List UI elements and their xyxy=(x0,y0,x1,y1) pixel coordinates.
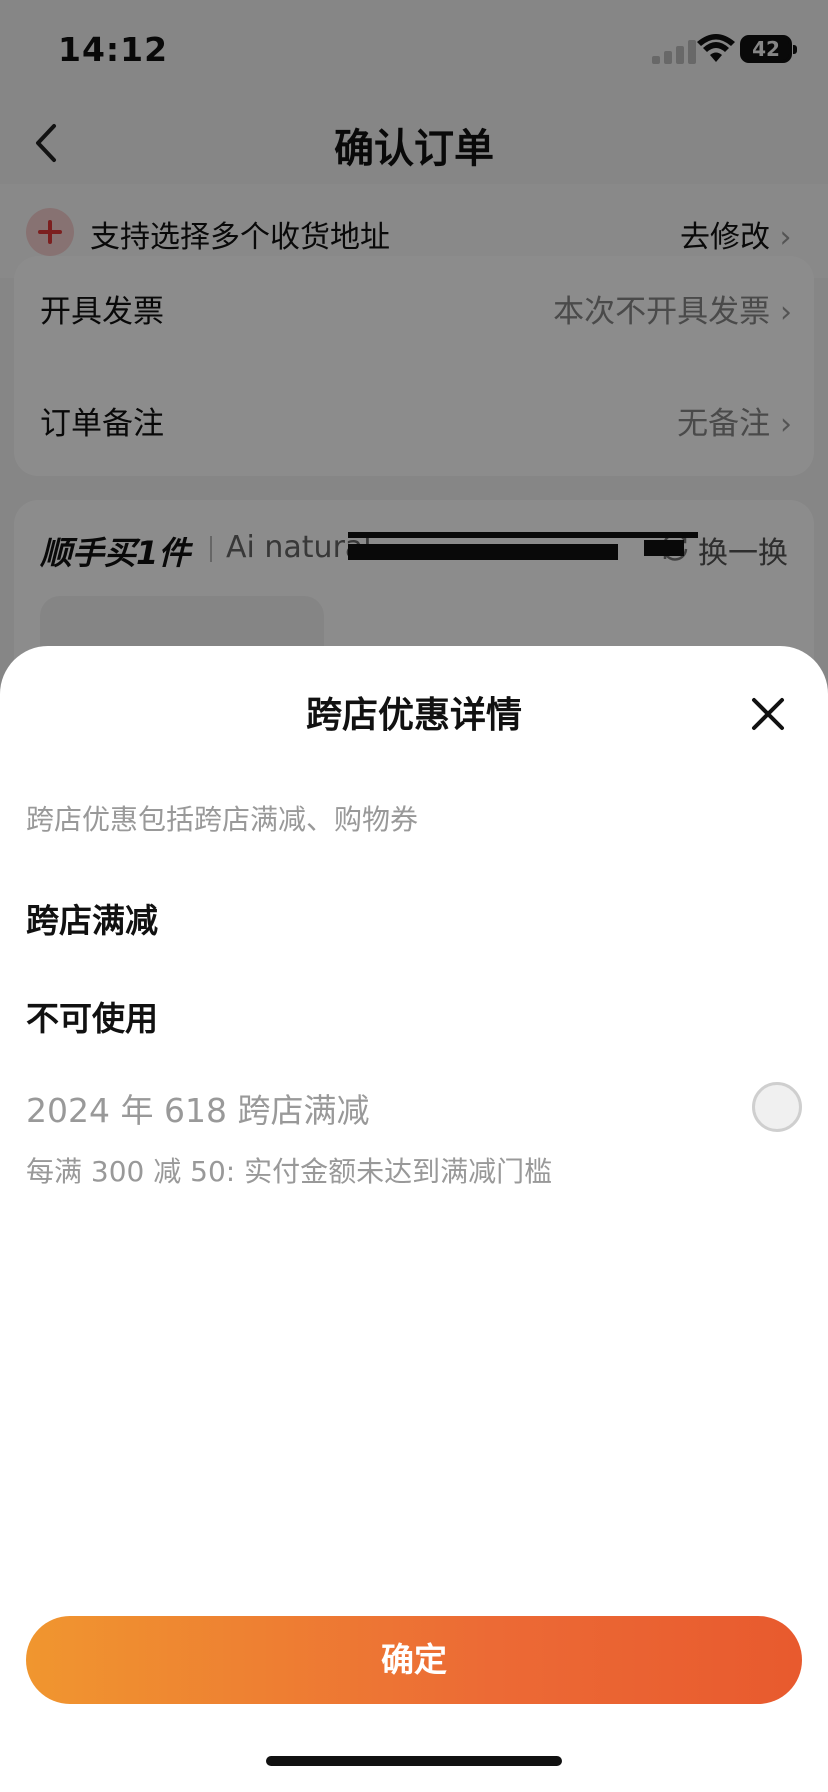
close-icon[interactable] xyxy=(748,694,788,734)
promo-name: 2024 年 618 跨店满减 xyxy=(26,1091,370,1130)
sheet-subtitle: 跨店优惠包括跨店满减、购物券 xyxy=(26,803,419,836)
promo-radio[interactable] xyxy=(752,1082,802,1132)
section-unavailable: 不可使用 xyxy=(26,999,158,1038)
confirm-button[interactable]: 确定 xyxy=(26,1616,802,1704)
promo-description: 每满 300 减 50: 实付金额未达到满减门槛 xyxy=(26,1155,553,1188)
cross-store-discount-sheet: 跨店优惠详情 跨店优惠包括跨店满减、购物券 跨店满减 不可使用 2024 年 6… xyxy=(0,646,828,1792)
sheet-title: 跨店优惠详情 xyxy=(305,695,522,736)
section-full-reduction: 跨店满减 xyxy=(26,901,158,940)
home-indicator xyxy=(266,1756,562,1766)
